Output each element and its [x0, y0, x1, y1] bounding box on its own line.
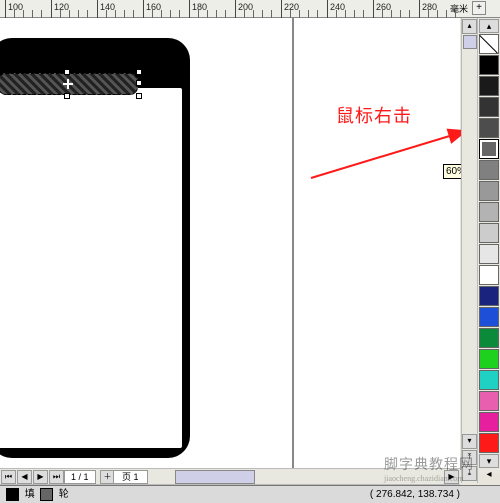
ruler-tick: 200: [235, 0, 236, 18]
page-boundary: [292, 18, 294, 503]
selection-center-marker[interactable]: [63, 79, 73, 89]
swatch-20-black[interactable]: [479, 223, 499, 243]
swatch-cyan[interactable]: [479, 370, 499, 390]
swatch-80-black[interactable]: [479, 97, 499, 117]
status-bar: 填 轮 ( 276.842, 138.734 ): [0, 485, 500, 503]
ruler-horizontal[interactable]: 毫米 + 100 120 140 160 180 200 220 240 260 280: [0, 0, 500, 18]
color-palette: ▴ ▾ ◂: [478, 18, 500, 473]
selection-handle-top-center[interactable]: [64, 69, 70, 75]
outline-indicator[interactable]: 轮: [40, 488, 69, 502]
swatch-navy[interactable]: [479, 286, 499, 306]
swatch-red[interactable]: [479, 433, 499, 453]
ruler-tick: 160: [143, 0, 144, 18]
vertical-scroll-thumb[interactable]: [463, 35, 477, 49]
selection-handle-bottom-center[interactable]: [64, 93, 70, 99]
first-page-button[interactable]: ⏮: [1, 470, 16, 484]
ruler-options-button[interactable]: +: [472, 1, 486, 15]
horizontal-scroll-thumb[interactable]: [175, 470, 255, 484]
phone-shape[interactable]: [0, 38, 190, 458]
swatch-black[interactable]: [479, 55, 499, 75]
selection-handle-bottom-right[interactable]: [136, 93, 142, 99]
palette-scroll-down-button[interactable]: ▾: [479, 454, 499, 468]
ruler-tick: 120: [51, 0, 52, 18]
selection-handle-top-right[interactable]: [136, 69, 142, 75]
ruler-tick: 220: [281, 0, 282, 18]
watermark: 脚字典教程网 jiaocheng.chazidian.com: [384, 454, 474, 483]
ruler-tick: 100: [5, 0, 6, 18]
fill-indicator[interactable]: 填: [6, 488, 35, 502]
canvas[interactable]: 鼠标右击 60% Black: [0, 18, 460, 503]
swatch-pink[interactable]: [479, 391, 499, 411]
swatch-magenta[interactable]: [479, 412, 499, 432]
swatch-green[interactable]: [479, 349, 499, 369]
ruler-tick: 240: [327, 0, 328, 18]
swatch-90-black[interactable]: [479, 76, 499, 96]
prev-page-button[interactable]: ◀: [17, 470, 32, 484]
ruler-tick: 260: [373, 0, 374, 18]
swatch-40-black[interactable]: [479, 181, 499, 201]
vertical-scrollbar[interactable]: ▴ ▾ ⤒ ⤓: [461, 18, 478, 483]
scroll-up-button[interactable]: ▴: [462, 19, 477, 34]
fill-swatch-icon: [6, 488, 19, 501]
ruler-tick: 280: [419, 0, 420, 18]
phone-screen-shape: [0, 88, 182, 448]
swatch-blue[interactable]: [479, 307, 499, 327]
last-page-button[interactable]: ⏭: [49, 470, 64, 484]
swatch-no-fill[interactable]: [479, 34, 499, 54]
ruler-unit-label: 毫米: [450, 2, 468, 15]
selection-handle-mid-right[interactable]: [136, 80, 142, 86]
ruler-tick: 140: [97, 0, 98, 18]
swatch-60-black[interactable]: [479, 139, 499, 159]
scroll-down-button[interactable]: ▾: [462, 434, 477, 449]
ruler-tick: 180: [189, 0, 190, 18]
swatch-green-dark[interactable]: [479, 328, 499, 348]
swatch-70-black[interactable]: [479, 118, 499, 138]
page-tab-1[interactable]: 页 1: [113, 470, 148, 484]
next-page-button[interactable]: ▶: [33, 470, 48, 484]
palette-scroll-up-button[interactable]: ▴: [479, 19, 499, 33]
outline-swatch-icon: [40, 488, 53, 501]
swatch-50-black[interactable]: [479, 160, 499, 180]
cursor-coordinates: ( 276.842, 138.734 ): [370, 488, 460, 502]
swatch-30-black[interactable]: [479, 202, 499, 222]
swatch-10-black[interactable]: [479, 244, 499, 264]
palette-flyout-button[interactable]: ◂: [479, 469, 499, 483]
page-counter: 1 / 1: [64, 470, 96, 484]
swatch-white[interactable]: [479, 265, 499, 285]
